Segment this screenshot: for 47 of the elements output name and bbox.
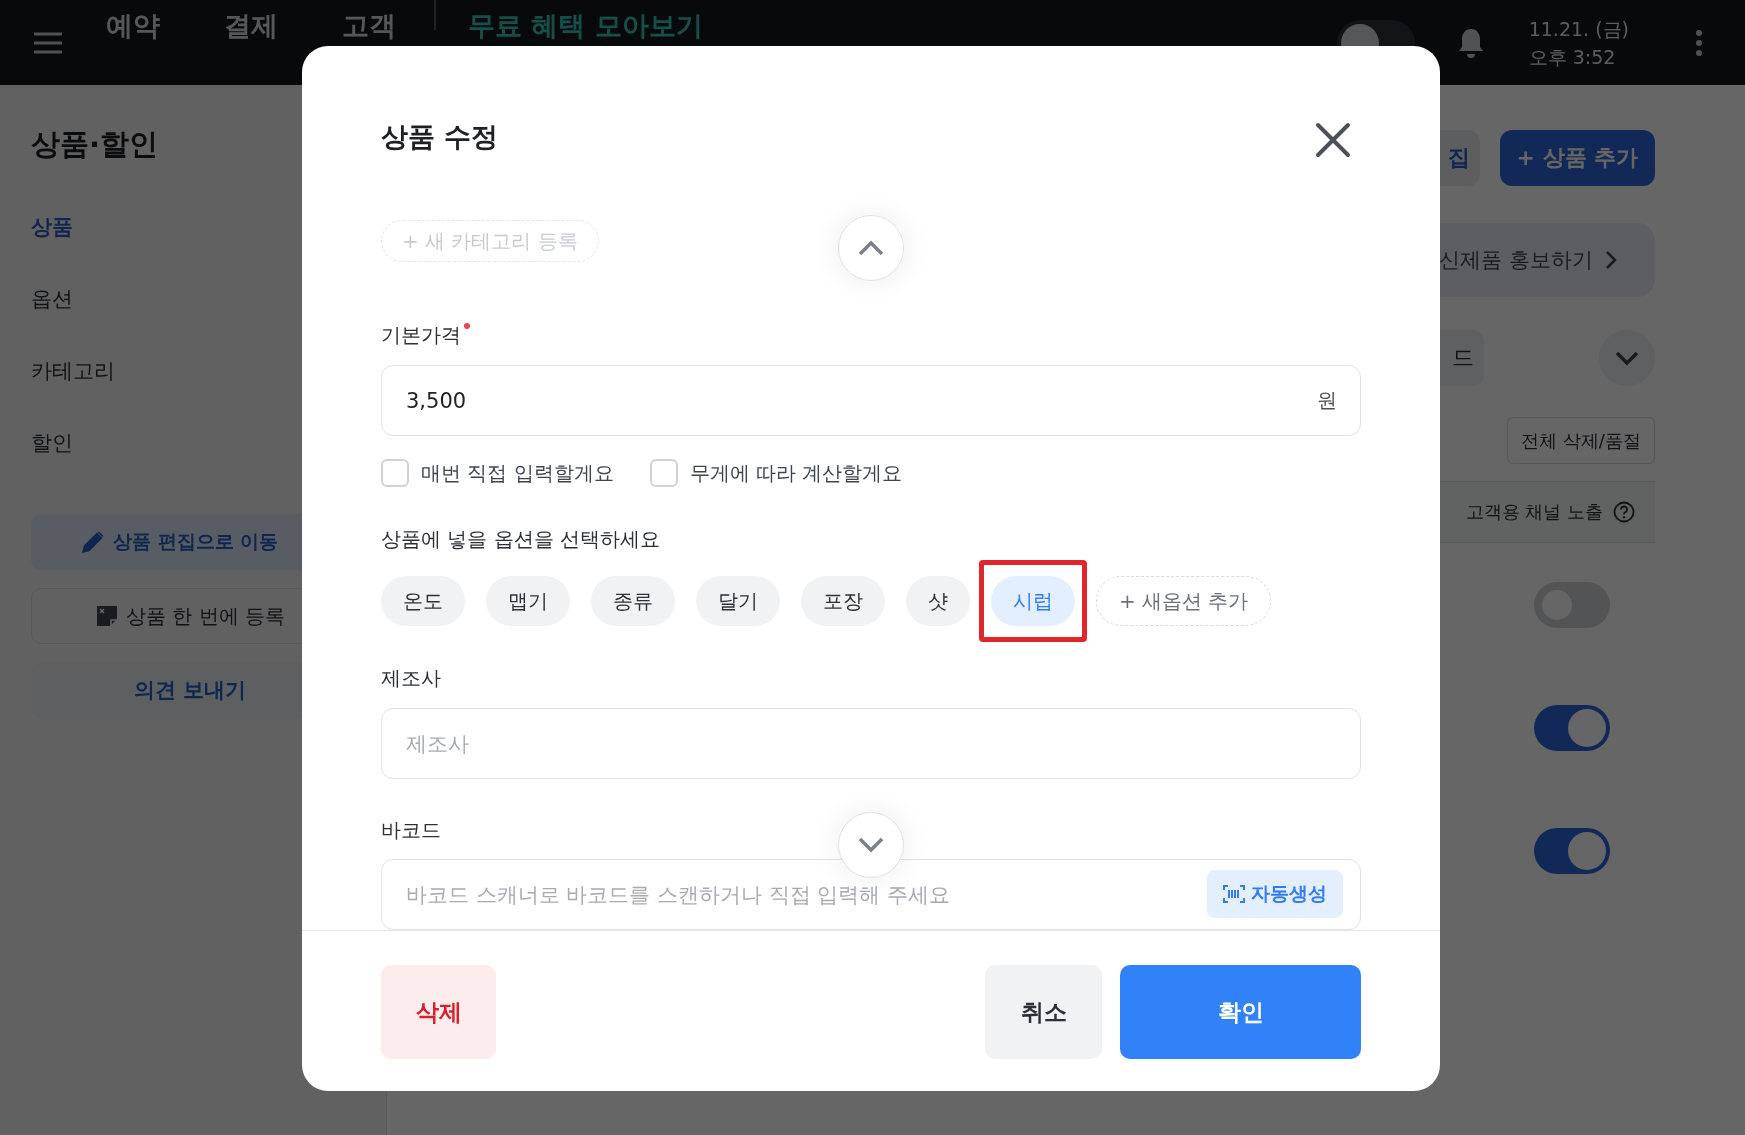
bulk-delete-button[interactable]: 전체 삭제/품절 bbox=[1507, 417, 1655, 464]
barcode-icon bbox=[1223, 885, 1245, 903]
column-header: 고객용 채널 노출 bbox=[1465, 500, 1603, 524]
help-icon[interactable] bbox=[1613, 501, 1635, 523]
option-chip[interactable]: 시럽 bbox=[991, 576, 1075, 626]
menu-icon[interactable] bbox=[34, 30, 62, 55]
checkbox-label: 무게에 따라 계산할게요 bbox=[689, 459, 903, 487]
chevron-up-icon bbox=[857, 239, 885, 257]
delete-button[interactable]: 삭제 bbox=[381, 965, 496, 1059]
cancel-button[interactable]: 취소 bbox=[985, 965, 1102, 1059]
option-chip[interactable]: 종류 bbox=[591, 576, 675, 626]
option-chip[interactable]: 포장 bbox=[801, 576, 885, 626]
unit-text: 원 bbox=[1317, 387, 1337, 414]
bell-icon[interactable] bbox=[1456, 26, 1485, 59]
chevron-down-icon bbox=[1614, 350, 1640, 366]
auto-generate-button[interactable]: 자동생성 bbox=[1207, 870, 1343, 918]
nav-link[interactable]: 고객 bbox=[342, 8, 396, 44]
field-label: 제조사 bbox=[381, 665, 441, 692]
checkbox-label: 매번 직접 입력할게요 bbox=[421, 459, 614, 487]
sheet-icon bbox=[96, 605, 118, 627]
more-icon[interactable] bbox=[1695, 28, 1703, 57]
confirm-button[interactable]: 확인 bbox=[1120, 965, 1361, 1059]
pencil-icon bbox=[81, 530, 105, 554]
time-text: 오후 3:52 bbox=[1528, 44, 1617, 70]
field-label: 바코드 bbox=[381, 817, 441, 844]
close-icon[interactable] bbox=[1315, 122, 1351, 158]
option-chip[interactable]: 샷 bbox=[906, 576, 970, 626]
modal-title: 상품 수정 bbox=[381, 120, 499, 154]
checkbox[interactable] bbox=[649, 459, 678, 487]
field-label: 기본가격 bbox=[381, 322, 461, 349]
chevron-down-icon bbox=[857, 836, 885, 854]
options-prompt: 상품에 넣을 옵션을 선택하세요 bbox=[381, 526, 661, 553]
promo-link[interactable]: 무료 혜택 모아보기 bbox=[468, 8, 703, 44]
toggle-switch[interactable] bbox=[1534, 704, 1610, 751]
date-text: 11.21. (금) bbox=[1528, 16, 1629, 42]
nav-link[interactable]: 결제 bbox=[224, 8, 278, 44]
toggle-switch[interactable] bbox=[1534, 827, 1610, 874]
sidebar-title: 상품·할인 bbox=[31, 126, 160, 163]
add-option-button[interactable]: + 새옵션 추가 bbox=[1096, 576, 1272, 626]
chevron-right-icon bbox=[1605, 250, 1617, 270]
nav-link[interactable]: 예약 bbox=[106, 8, 160, 44]
option-chip[interactable]: 맵기 bbox=[486, 576, 570, 626]
option-chip[interactable]: 온도 bbox=[381, 576, 465, 626]
manufacturer-field[interactable]: 제조사 bbox=[381, 708, 1361, 779]
option-chip[interactable]: 달기 bbox=[696, 576, 780, 626]
checkbox[interactable] bbox=[381, 459, 409, 487]
add-product-button[interactable]: + 상품 추가 bbox=[1500, 130, 1655, 186]
